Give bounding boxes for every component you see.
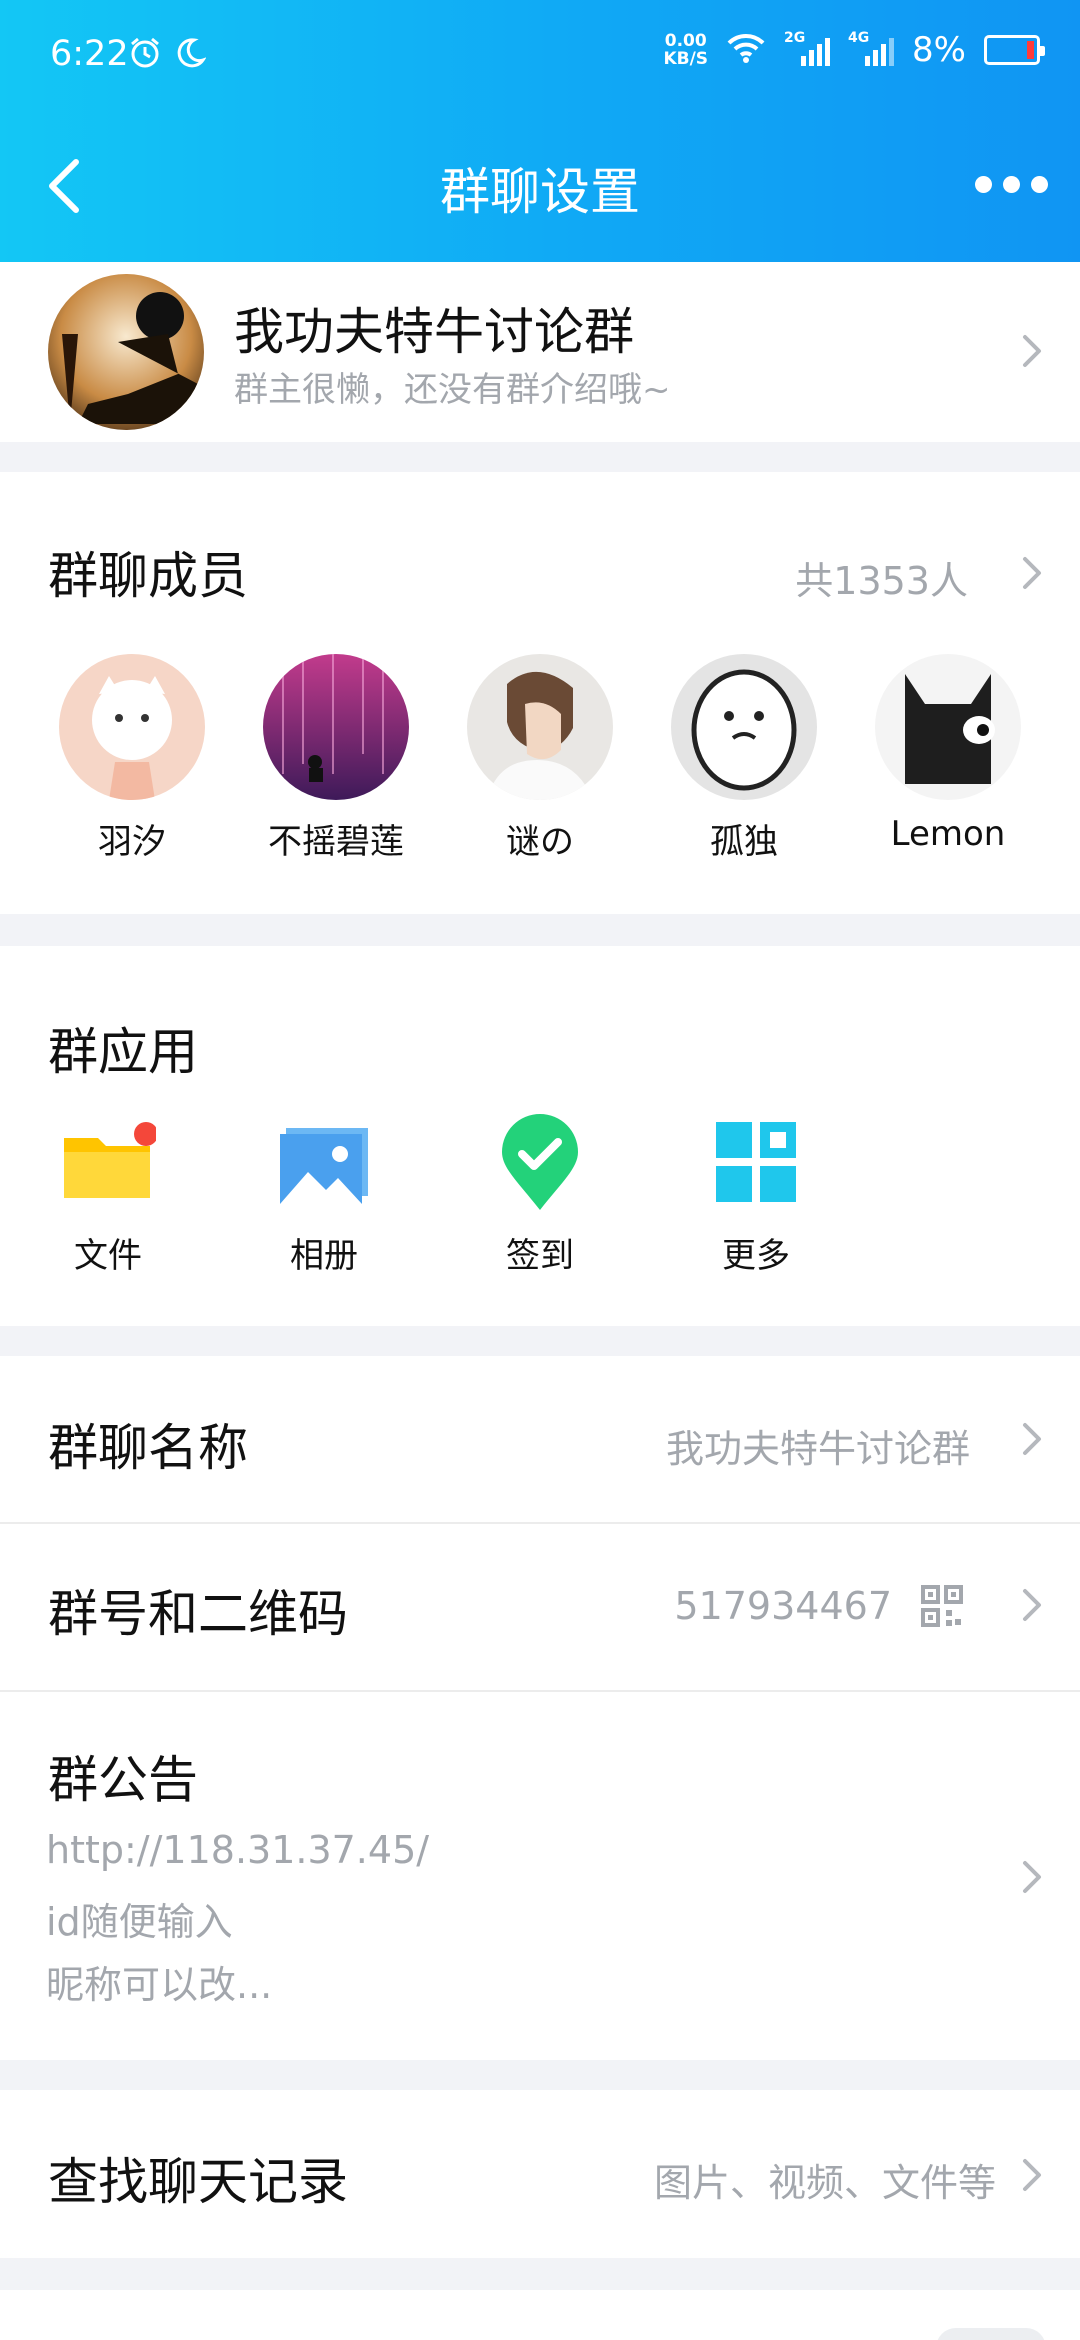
more-options-button[interactable]	[975, 176, 1048, 193]
notice-line: id随便输入	[46, 1900, 233, 1944]
more-dot-icon	[975, 176, 992, 193]
notice-line: http://118.31.37.45/	[46, 1828, 430, 1872]
group-avatar	[48, 274, 204, 430]
network-speed: 0.00 KB/S	[663, 31, 709, 69]
member-name: 孤独	[710, 822, 778, 862]
group-name: 我功夫特牛讨论群	[234, 303, 634, 361]
status-time: 6:22	[50, 34, 129, 74]
group-name-value: 我功夫特牛讨论群	[665, 1427, 970, 1471]
status-bar: 6:22 0.00 KB/S 2G 4G 8%	[0, 0, 1080, 110]
moon-icon	[174, 36, 207, 74]
member-avatar	[875, 654, 1021, 800]
check-in-pin-icon	[492, 1114, 588, 1210]
battery-percent: 8%	[912, 30, 966, 70]
members-title: 群聊成员	[48, 547, 248, 605]
member-item[interactable]: 羽汐	[42, 654, 222, 863]
group-number-row[interactable]: 群号和二维码 517934467	[0, 1524, 1080, 1690]
page-title: 群聊设置	[440, 163, 640, 221]
app-files[interactable]: 文件	[18, 1114, 198, 1277]
app-album[interactable]: 相册	[234, 1114, 414, 1277]
header-bar: 6:22 0.00 KB/S 2G 4G 8% 群聊设置	[0, 0, 1080, 262]
group-info-card[interactable]: 我功夫特牛讨论群 群主很懒，还没有群介绍哦~	[0, 262, 1080, 442]
app-more[interactable]: 更多	[666, 1114, 846, 1277]
folder-icon	[60, 1114, 158, 1210]
chevron-right-icon	[1022, 334, 1042, 368]
group-number-label: 群号和二维码	[48, 1585, 348, 1643]
search-history-label: 查找聊天记录	[48, 2153, 348, 2211]
group-name-label: 群聊名称	[48, 1419, 248, 1477]
signal-2g-icon: 2G	[784, 30, 831, 70]
member-avatar	[59, 654, 205, 800]
chevron-right-icon	[1022, 1588, 1042, 1622]
members-card: 群聊成员 共1353人 羽汐 不摇碧莲 谜の 孤独 Lemon	[0, 472, 1080, 914]
grid-more-icon	[708, 1114, 804, 1210]
member-item[interactable]: 谜の	[450, 654, 630, 863]
member-avatar	[467, 654, 613, 800]
signal-4g-icon: 4G	[848, 30, 895, 70]
chevron-right-icon	[1022, 2158, 1042, 2192]
photo-album-icon	[276, 1114, 372, 1210]
member-item[interactable]: 不摇碧莲	[246, 654, 426, 863]
chevron-right-icon	[1022, 1422, 1042, 1456]
alarm-icon	[128, 36, 162, 74]
member-name: Lemon	[890, 814, 1006, 854]
member-avatar	[671, 654, 817, 800]
wifi-icon	[726, 32, 766, 68]
member-item[interactable]: 孤独	[654, 654, 834, 863]
group-name-row[interactable]: 群聊名称 我功夫特牛讨论群	[0, 1356, 1080, 1522]
battery-icon	[984, 35, 1045, 65]
toggle-switch[interactable]	[936, 2328, 1046, 2340]
member-avatar	[263, 654, 409, 800]
chevron-right-icon	[1022, 1860, 1042, 1894]
group-notice-row[interactable]: 群公告 http://118.31.37.45/ id随便输入 昵称可以改...	[0, 1692, 1080, 2060]
next-settings-card	[0, 2290, 1080, 2340]
group-settings-card: 群聊名称 我功夫特牛讨论群 群号和二维码 517934467 群公告 http:…	[0, 1356, 1080, 2060]
group-description: 群主很懒，还没有群介绍哦~	[234, 370, 671, 410]
member-item[interactable]: Lemon	[858, 654, 1038, 854]
group-apps-card: 群应用 文件 相册 签到 更多	[0, 946, 1080, 1326]
member-name: 不摇碧莲	[268, 822, 404, 862]
app-check-in[interactable]: 签到	[450, 1114, 630, 1277]
search-history-hint: 图片、视频、文件等	[653, 2161, 996, 2205]
search-chat-history-row[interactable]: 查找聊天记录 图片、视频、文件等	[0, 2090, 1080, 2258]
apps-title: 群应用	[48, 1023, 198, 1081]
qr-code-icon	[920, 1584, 964, 1632]
group-notice-label: 群公告	[48, 1751, 198, 1809]
member-name: 谜の	[506, 822, 574, 862]
members-count[interactable]: 共1353人	[795, 550, 968, 605]
notice-line: 昵称可以改...	[46, 1963, 273, 2007]
member-name: 羽汐	[98, 822, 166, 862]
chevron-right-icon[interactable]	[1022, 556, 1042, 590]
group-number-value: 517934467	[674, 1584, 892, 1628]
